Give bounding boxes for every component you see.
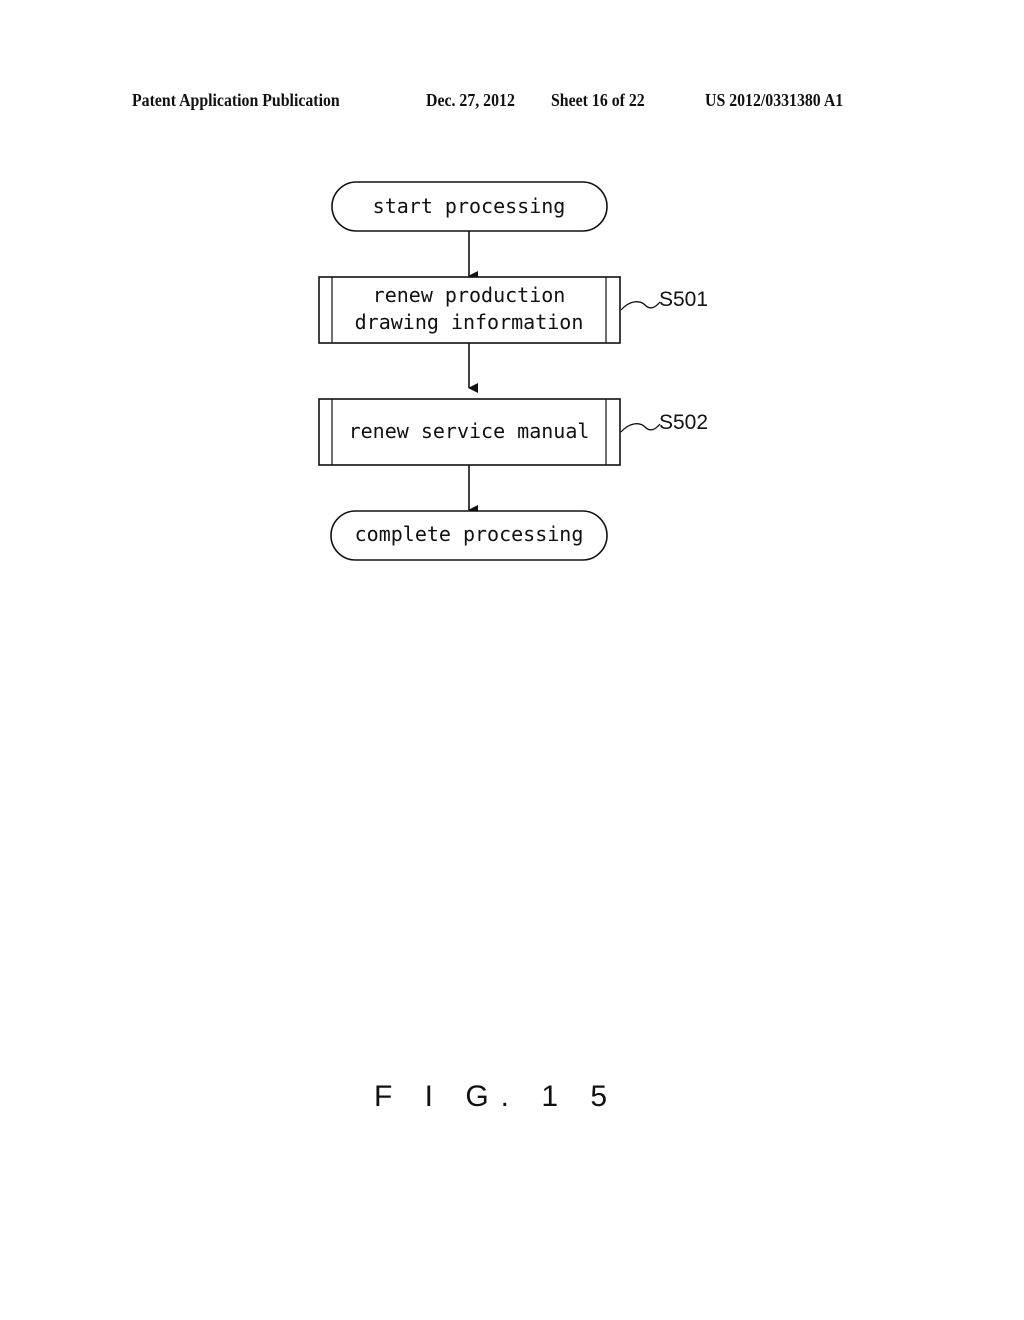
s501-text-line2: drawing information [355, 310, 584, 334]
s501-label: S501 [659, 288, 708, 311]
s502-leader-line [620, 423, 661, 433]
s502-label: S502 [659, 411, 708, 434]
s501-text-line1: renew production [373, 283, 566, 307]
process-step-s502: renew service manual [318, 398, 621, 466]
s501-leader-line [620, 301, 661, 311]
start-terminal: start processing [331, 181, 608, 232]
start-terminal-text: start processing [373, 194, 566, 218]
s502-text: renew service manual [349, 419, 590, 443]
end-terminal: complete processing [330, 510, 608, 561]
flowchart: start processing renew production drawin… [318, 181, 708, 561]
figure-label: F I G. 1 5 [374, 1080, 620, 1113]
process-step-s501: renew production drawing information [318, 276, 621, 344]
end-terminal-text: complete processing [355, 522, 584, 546]
